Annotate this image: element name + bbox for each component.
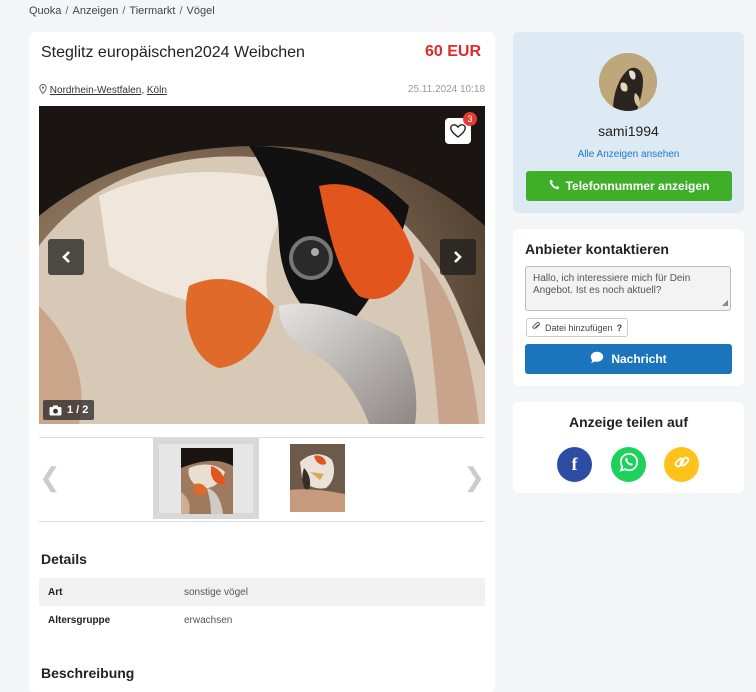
seller-name[interactable]: sami1994 — [513, 123, 744, 139]
all-ads-link[interactable]: Alle Anzeigen ansehen — [513, 149, 744, 160]
send-message-label: Nachricht — [611, 352, 667, 366]
camera-icon — [49, 405, 62, 416]
breadcrumb-separator: / — [65, 5, 69, 17]
thumbnail-2-image — [290, 444, 345, 512]
table-row: Altersgruppe erwachsen — [39, 606, 485, 634]
location-region-link[interactable]: Nordrhein-Westfalen — [50, 85, 142, 96]
ad-title: Steglitz europäischen2024 Weibchen — [41, 44, 305, 61]
ad-price: 60 EUR — [424, 43, 481, 60]
share-whatsapp-button[interactable] — [611, 447, 646, 482]
breadcrumb-item-anzeigen[interactable]: Anzeigen — [72, 5, 118, 17]
ad-location: Nordrhein-Westfalen, Köln — [39, 83, 167, 96]
breadcrumb: Quoka / Anzeigen / Tiermarkt / Vögel — [29, 5, 215, 17]
ad-date: 25.11.2024 10:18 — [407, 84, 485, 95]
contact-heading: Anbieter kontaktieren — [525, 241, 669, 257]
thumbnail-strip: ❮ ❯ — [39, 437, 485, 522]
image-gallery[interactable]: 3 1 / 2 — [39, 106, 485, 424]
detail-key: Art — [48, 586, 63, 598]
message-text: Hallo, ich interessiere mich für Dein An… — [533, 273, 691, 296]
share-copy-link-button[interactable] — [664, 447, 699, 482]
phone-icon — [549, 179, 560, 193]
chevron-left-icon — [61, 250, 71, 264]
thumb-next-icon[interactable]: ❯ — [463, 462, 485, 493]
photo-counter-text: 1 / 2 — [67, 404, 89, 416]
attach-help-icon[interactable]: ? — [617, 323, 623, 333]
favorite-button[interactable]: 3 — [445, 112, 477, 144]
details-heading: Details — [41, 551, 87, 567]
attach-file-label: Datei hinzufügen — [545, 322, 613, 333]
show-phone-button[interactable]: Telefonnummer anzeigen — [526, 171, 732, 201]
thumbnail-1[interactable] — [153, 438, 259, 519]
resize-handle-icon[interactable]: ◢ — [722, 297, 728, 309]
breadcrumb-item-tiermarkt[interactable]: Tiermarkt — [129, 5, 175, 17]
paperclip-icon — [532, 321, 541, 333]
detail-key: Altersgruppe — [48, 614, 111, 626]
message-textarea[interactable]: Hallo, ich interessiere mich für Dein An… — [525, 266, 731, 311]
ad-card: Steglitz europäischen2024 Weibchen 60 EU… — [29, 32, 495, 692]
avatar[interactable] — [599, 53, 657, 111]
link-icon — [673, 453, 691, 476]
share-facebook-button[interactable]: f — [557, 447, 592, 482]
share-heading: Anzeige teilen auf — [568, 414, 689, 430]
show-phone-label: Telefonnummer anzeigen — [565, 179, 710, 193]
detail-value: erwachsen — [184, 614, 233, 626]
whatsapp-icon — [619, 452, 639, 477]
thumbnail-2[interactable] — [279, 438, 385, 519]
gallery-next-button[interactable] — [440, 239, 476, 275]
chat-bubble-icon — [590, 351, 604, 367]
breadcrumb-item-quoka[interactable]: Quoka — [29, 5, 61, 17]
detail-value: sonstige vögel — [184, 586, 248, 598]
thumbnail-1-image — [181, 448, 233, 514]
facebook-icon: f — [571, 454, 578, 474]
location-separator: , — [141, 85, 145, 96]
favorite-count-badge: 3 — [463, 112, 477, 126]
breadcrumb-item-voegel[interactable]: Vögel — [187, 5, 215, 17]
table-row: Art sonstige vögel — [39, 578, 485, 606]
bird-photo — [39, 106, 485, 424]
gallery-prev-button[interactable] — [48, 239, 84, 275]
breadcrumb-separator: / — [179, 5, 183, 17]
contact-card: Anbieter kontaktieren Hallo, ich interes… — [513, 229, 744, 386]
attach-file-button[interactable]: Datei hinzufügen ? — [526, 318, 629, 337]
chevron-right-icon — [453, 250, 463, 264]
photo-counter: 1 / 2 — [43, 400, 95, 420]
breadcrumb-separator: / — [122, 5, 126, 17]
send-message-button[interactable]: Nachricht — [525, 344, 732, 374]
thumb-prev-icon[interactable]: ❮ — [39, 462, 61, 493]
location-city-link[interactable]: Köln — [147, 85, 167, 96]
seller-card: sami1994 Alle Anzeigen ansehen Telefonnu… — [513, 32, 744, 213]
location-pin-icon — [39, 83, 50, 96]
share-card: Anzeige teilen auf f — [513, 402, 744, 493]
heart-icon — [450, 124, 466, 138]
details-table: Art sonstige vögel Altersgruppe erwachse… — [39, 578, 485, 634]
